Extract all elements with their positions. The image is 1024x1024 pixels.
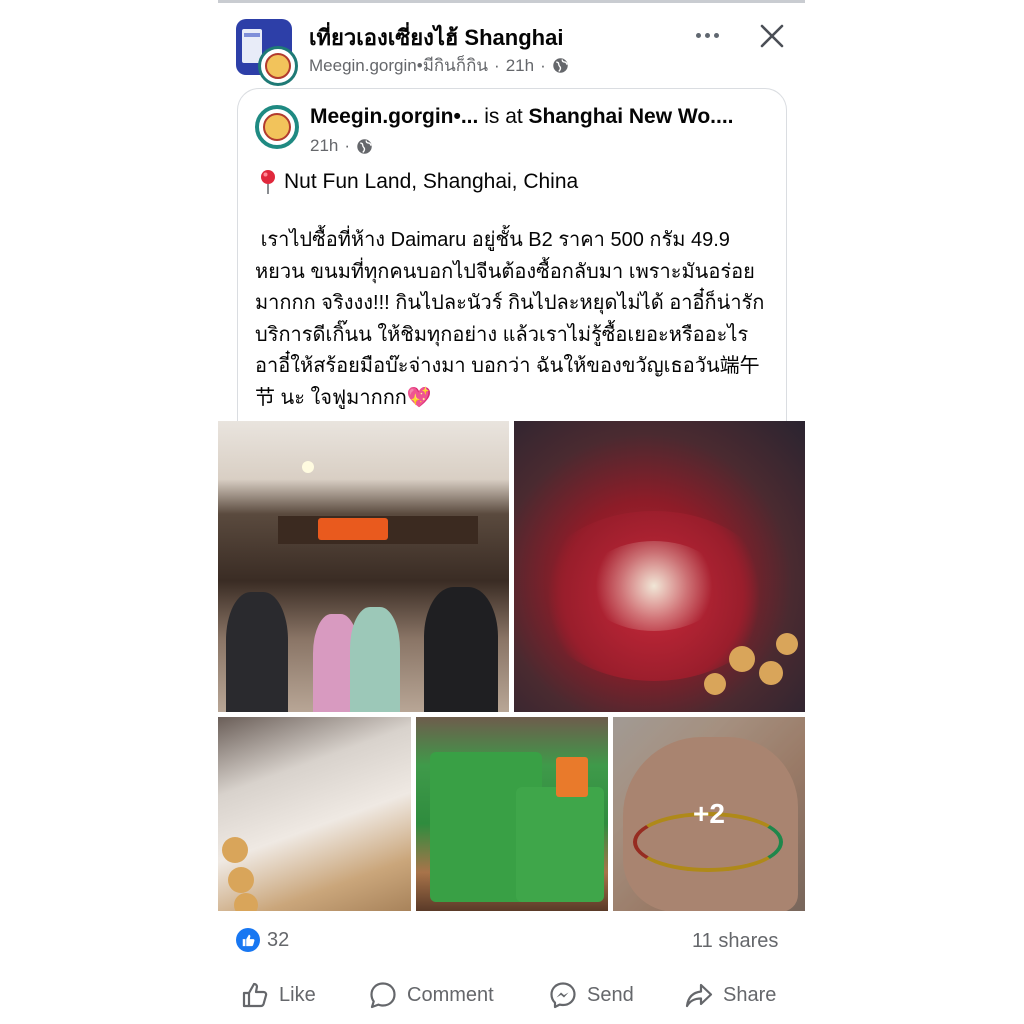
shared-author-avatar-art	[263, 113, 291, 141]
messenger-icon	[550, 982, 576, 1009]
green-shopping-bag	[516, 787, 604, 902]
date-pile-highlight	[584, 541, 724, 631]
author-avatar-art	[265, 53, 291, 79]
close-icon[interactable]	[758, 22, 786, 50]
like-icon	[242, 982, 268, 1008]
is-at-text: is at	[478, 105, 529, 128]
post-author[interactable]: Meegin.gorgin•มีกินก็กิน	[309, 52, 488, 79]
shared-post-time[interactable]: 21h	[310, 136, 338, 156]
cookie	[228, 867, 254, 893]
like-button[interactable]: Like	[240, 975, 316, 1015]
shopper-figure	[226, 592, 288, 712]
like-label: Like	[279, 983, 316, 1006]
photo-dates-display[interactable]	[514, 421, 805, 712]
comment-label: Comment	[407, 983, 494, 1006]
cookie	[729, 646, 755, 672]
share-label: Share	[723, 983, 777, 1006]
group-avatar-art-band	[244, 33, 260, 37]
pin-icon	[261, 170, 275, 194]
more-photos-overlay[interactable]: +2	[613, 717, 805, 911]
store-sign	[278, 516, 478, 544]
shared-author-avatar[interactable]	[255, 105, 299, 149]
more-icon[interactable]	[692, 22, 722, 48]
shared-post-card[interactable]: Meegin.gorgin•... is at Shanghai New Wo.…	[237, 88, 787, 433]
comment-icon	[370, 982, 396, 1009]
meta-separator: ·	[540, 55, 546, 75]
more-photos-count: +2	[693, 798, 725, 829]
meta-separator: ·	[344, 136, 351, 155]
post-action-bar: Like Comment Send Share	[218, 975, 805, 1015]
shopper-figure	[350, 607, 400, 712]
cookie	[776, 633, 798, 655]
send-label: Send	[587, 983, 634, 1006]
location-text: Nut Fun Land, Shanghai, China	[284, 170, 579, 193]
like-reaction-icon	[236, 928, 260, 952]
ceiling-light	[302, 461, 314, 473]
post-body-text: เราไปซื้อที่ห้าง Daimaru อยู่ชั้น B2 ราค…	[255, 229, 770, 409]
cookie	[222, 837, 248, 863]
orange-package	[556, 757, 588, 797]
globe-icon	[553, 58, 568, 73]
top-divider	[218, 0, 805, 3]
photo-nut-bags[interactable]	[416, 717, 608, 911]
share-count[interactable]: 11 shares	[692, 930, 778, 953]
post-meta: Meegin.gorgin•มีกินก็กิน · 21h ·	[309, 52, 569, 79]
reaction-count: 32	[267, 928, 290, 951]
group-name[interactable]: เที่ยวเองเซี่ยงไฮ้ Shanghai	[309, 20, 563, 55]
thumbs-up-icon	[242, 934, 255, 947]
share-icon	[685, 983, 713, 1008]
share-button[interactable]: Share	[684, 975, 776, 1015]
check-in-location[interactable]: Nut Fun Land, Shanghai, China	[258, 169, 578, 195]
cookie	[704, 673, 726, 695]
shared-post-author-line: Meegin.gorgin•... is at Shanghai New Wo.…	[310, 105, 780, 129]
comment-button[interactable]: Comment	[368, 975, 494, 1015]
send-button[interactable]: Send	[548, 975, 634, 1015]
shared-post-meta: 21h ·	[310, 136, 373, 156]
photo-bracelet[interactable]: +2	[613, 717, 805, 911]
shopper-figure	[424, 587, 498, 712]
post-time[interactable]: 21h	[506, 56, 534, 76]
cookie	[759, 661, 783, 685]
reaction-summary[interactable]: 32	[236, 928, 289, 952]
shared-post-author[interactable]: Meegin.gorgin•...	[310, 105, 478, 128]
photo-nougat-display[interactable]	[218, 717, 411, 911]
globe-icon	[357, 138, 372, 154]
author-avatar[interactable]	[258, 46, 298, 86]
group-post-header: เที่ยวเองเซี่ยงไฮ้ Shanghai Meegin.gorgi…	[218, 12, 805, 86]
photo-storefront[interactable]	[218, 421, 509, 712]
shared-post-place[interactable]: Shanghai New Wo....	[529, 105, 734, 128]
meta-separator: ·	[494, 55, 500, 75]
cookie	[234, 893, 258, 911]
